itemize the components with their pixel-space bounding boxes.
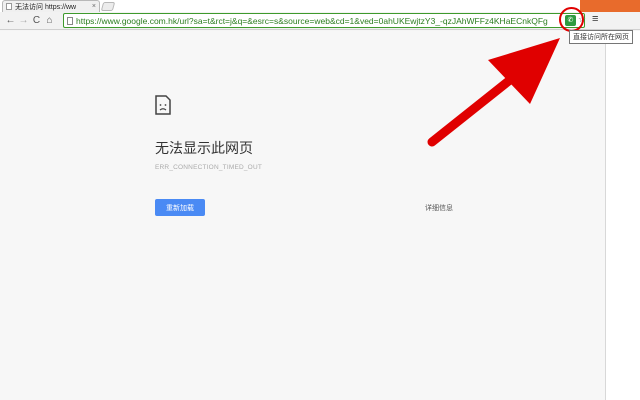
new-tab-button[interactable]	[100, 2, 116, 11]
home-icon[interactable]: ⌂	[43, 15, 56, 26]
forward-button[interactable]: →	[17, 15, 30, 26]
tooltip: 直接访问所在网页	[569, 30, 633, 44]
url-text[interactable]: https://www.google.com.hk/url?sa=t&rct=j…	[76, 16, 581, 26]
highlight-circle	[559, 7, 584, 32]
tab-title: 无法访问 https://ww	[15, 3, 77, 11]
details-link[interactable]: 详细信息	[425, 203, 453, 213]
sad-page-icon	[155, 95, 171, 115]
scrollbar[interactable]	[605, 31, 640, 400]
tab-strip: 无法访问 https://ww ×	[0, 0, 640, 12]
back-button[interactable]: ←	[4, 15, 17, 26]
reload-icon[interactable]: C	[30, 15, 43, 26]
close-icon[interactable]: ×	[92, 3, 96, 10]
error-code: ERR_CONNECTION_TIMED_OUT	[155, 164, 263, 171]
menu-icon[interactable]: ≡	[592, 13, 598, 25]
browser-tab[interactable]: 无法访问 https://ww ×	[2, 0, 100, 12]
reload-button[interactable]: 重新加载	[155, 199, 205, 216]
window-corner	[580, 0, 640, 12]
page-icon	[6, 3, 12, 10]
error-title: 无法显示此网页	[155, 140, 253, 156]
page-content: 无法显示此网页 ERR_CONNECTION_TIMED_OUT 重新加载 详细…	[0, 31, 605, 400]
address-bar[interactable]: https://www.google.com.hk/url?sa=t&rct=j…	[63, 13, 585, 28]
page-icon	[67, 16, 73, 25]
